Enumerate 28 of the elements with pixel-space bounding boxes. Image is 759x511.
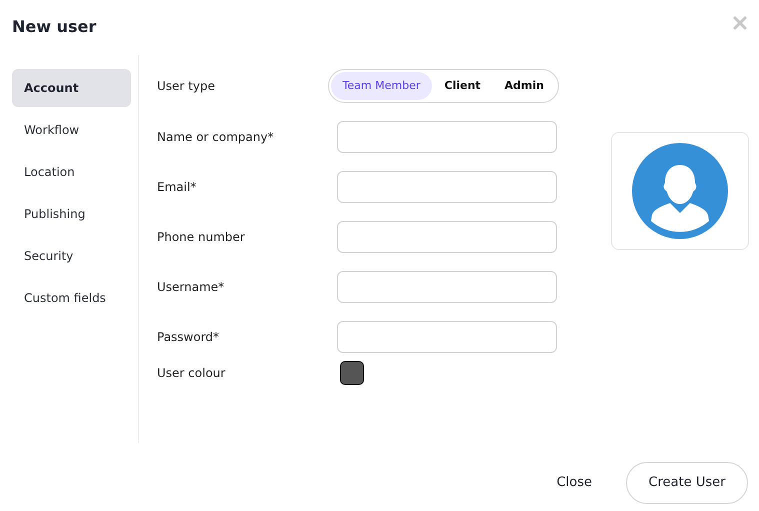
sidebar-item[interactable]: Workflow <box>12 111 131 149</box>
field-label: Username* <box>157 279 226 296</box>
colour-swatch[interactable] <box>340 361 364 385</box>
avatar-icon <box>632 143 728 239</box>
field-label: Password* <box>157 329 220 346</box>
user-type-option[interactable]: Client <box>432 72 493 100</box>
field-label: Phone number <box>157 229 246 246</box>
sidebar-item[interactable]: Publishing <box>12 195 131 233</box>
create-user-button[interactable]: Create User <box>626 462 748 504</box>
field-label: User colour <box>157 365 226 382</box>
sidebar-item[interactable]: Custom fields <box>12 279 131 317</box>
input-field[interactable] <box>337 121 557 153</box>
close-icon[interactable] <box>733 16 747 30</box>
user-type-option[interactable]: Team Member <box>330 72 432 100</box>
dialog-title: New user <box>12 16 96 38</box>
field-label: User type <box>157 78 216 95</box>
avatar-card[interactable] <box>611 132 749 250</box>
input-field[interactable] <box>337 321 557 353</box>
sidebar-item[interactable]: Security <box>12 237 131 275</box>
input-field[interactable] <box>337 221 557 253</box>
sidebar-item[interactable]: Account <box>12 69 131 107</box>
user-type-option[interactable]: Admin <box>492 72 556 100</box>
sidebar-item[interactable]: Location <box>12 153 131 191</box>
input-field[interactable] <box>337 171 557 203</box>
field-label: Email* <box>157 179 198 196</box>
close-button[interactable]: Close <box>556 462 592 504</box>
input-field[interactable] <box>337 271 557 303</box>
field-label: Name or company* <box>157 129 275 146</box>
